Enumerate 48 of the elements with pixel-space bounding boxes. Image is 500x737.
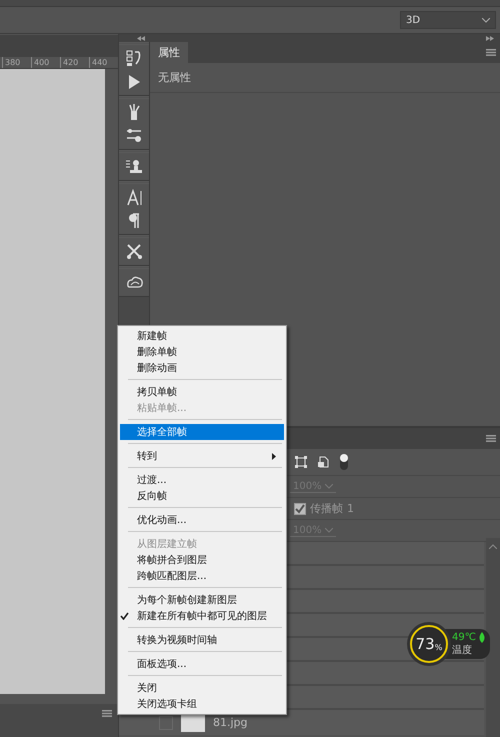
chevron-down-icon <box>325 528 333 532</box>
ruler-label: 420 <box>60 57 89 68</box>
brush-settings-icon[interactable] <box>126 127 142 144</box>
menu-item[interactable]: 新建在所有帧中都可见的图层 <box>120 608 284 624</box>
menu-item[interactable]: 删除动画 <box>120 360 284 376</box>
menu-icon[interactable] <box>486 49 496 56</box>
temperature-label: 温度 <box>452 644 473 656</box>
menu-item[interactable]: 关闭 <box>120 680 284 696</box>
menu-item[interactable]: 将帧拼合到图层 <box>120 552 284 568</box>
menu-item[interactable]: 关闭选项卡组 <box>120 696 284 712</box>
menu-item[interactable]: 面板选项... <box>120 656 284 672</box>
temperature-text: 49℃ <box>452 632 476 642</box>
toggle-icon[interactable] <box>339 453 349 471</box>
menu-item[interactable]: 选择全部帧 <box>120 424 284 440</box>
lock-icon[interactable] <box>317 456 329 468</box>
character-icon[interactable] <box>126 189 142 206</box>
menu-item[interactable]: 转换为视频时间轴 <box>120 632 284 648</box>
transform-icon[interactable] <box>295 456 307 468</box>
menu-icon[interactable] <box>486 435 496 442</box>
menu-icon[interactable] <box>102 710 112 717</box>
menu-item[interactable]: 为每个新帧创建新图层 <box>120 592 284 608</box>
history-icon[interactable] <box>126 50 142 67</box>
frame-count-text: 1 <box>347 502 354 515</box>
checkbox[interactable] <box>294 502 306 514</box>
chevron-down-icon <box>482 18 490 22</box>
menu-item[interactable]: 转到 <box>120 448 284 464</box>
menu-item[interactable]: 优化动画... <box>120 512 284 528</box>
menu-item[interactable]: 拷贝单帧 <box>120 384 284 400</box>
clone-source-icon[interactable] <box>126 158 142 175</box>
ruler-label: 380 <box>2 57 31 68</box>
menu-item[interactable]: 新建帧 <box>120 328 284 344</box>
tools-icon[interactable] <box>126 243 142 260</box>
menu-item[interactable]: 删除单帧 <box>120 344 284 360</box>
menu-item[interactable]: 跨帧匹配图层... <box>120 568 284 584</box>
leaf-icon <box>478 632 486 642</box>
scrollbar[interactable] <box>486 538 500 737</box>
panel-tab[interactable]: 属性 <box>150 42 188 63</box>
workspace-dropdown[interactable]: 3D <box>400 11 496 29</box>
chevron-up-icon[interactable] <box>489 544 497 549</box>
ruler-label: 400 <box>31 57 60 68</box>
menu-item[interactable]: 过渡... <box>120 472 284 488</box>
menu-item[interactable]: 反向帧 <box>120 488 284 504</box>
usage-gauge: 73% <box>410 625 448 663</box>
chevron-down-icon <box>325 484 333 488</box>
empty-state-text: 无属性 <box>150 63 500 93</box>
ruler-label: 440 <box>89 57 118 68</box>
checkbox-label: 传播帧 <box>310 501 343 516</box>
layer-name: 81.jpg <box>213 716 248 729</box>
